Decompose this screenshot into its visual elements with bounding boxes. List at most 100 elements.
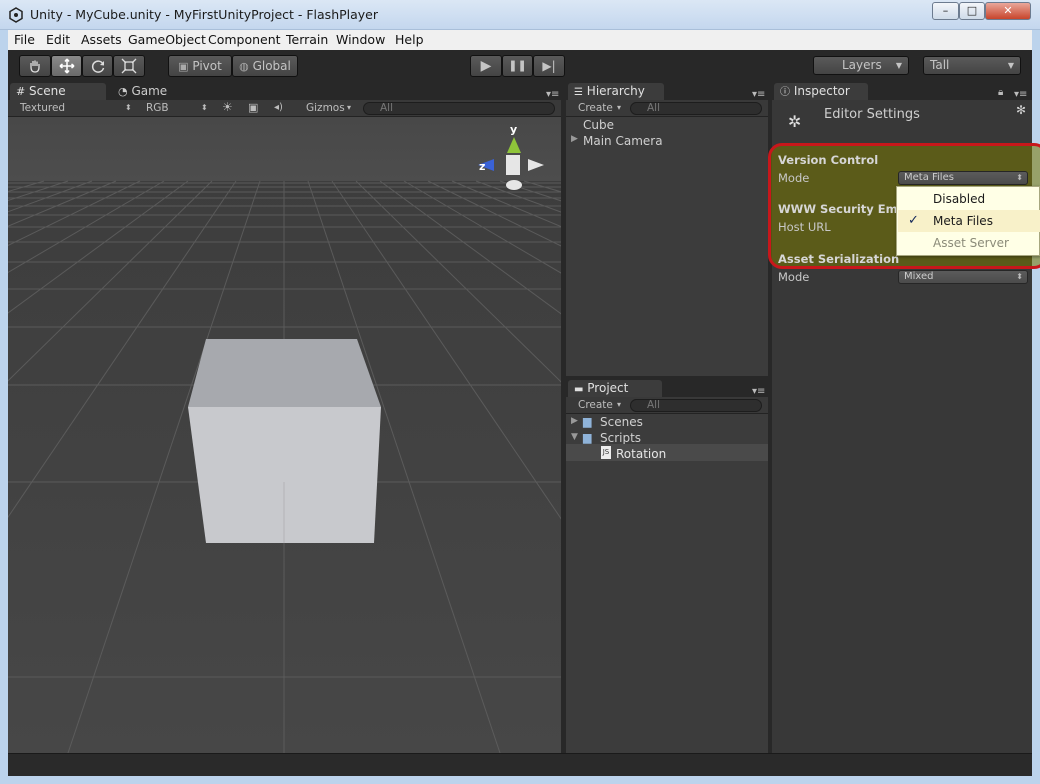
version-control-mode-value: Meta Files — [904, 172, 954, 183]
hierarchy-search-placeholder: All — [647, 102, 661, 114]
audio-icon[interactable]: ◂) — [274, 102, 283, 113]
hierarchy-item-main-camera[interactable]: Main Camera — [583, 134, 663, 148]
popup-option-meta-files[interactable]: ✓ Meta Files — [898, 210, 1040, 232]
settings-gear-icon: ✲ — [788, 112, 802, 131]
minimize-button[interactable]: – — [932, 2, 959, 20]
folder-icon: ▬ — [574, 384, 584, 395]
script-file-icon: JS — [601, 446, 611, 459]
move-icon — [59, 58, 74, 74]
project-item-scenes[interactable]: Scenes — [600, 415, 643, 429]
dropdown-arrow-icon: ⬍ — [201, 103, 208, 112]
hand-tool-button[interactable] — [19, 55, 51, 77]
expand-arrow-icon[interactable]: ▶ — [571, 416, 578, 426]
pivot-toggle[interactable]: ▣ Pivot — [168, 55, 232, 77]
project-search-input[interactable]: All — [630, 399, 762, 412]
window-titlebar[interactable]: Unity - MyCube.unity - MyFirstUnityProje… — [0, 0, 1040, 30]
www-security-heading: WWW Security Em — [778, 202, 898, 216]
layout-dropdown[interactable]: Tall ▼ — [923, 56, 1021, 75]
dropdown-arrow-icon: ▼ — [895, 61, 902, 70]
panel-menu-icon[interactable]: ▾≡ — [752, 89, 765, 100]
inspector-heading: Editor Settings — [824, 107, 920, 122]
menu-file[interactable]: File — [14, 32, 35, 47]
menu-component[interactable]: Component — [208, 32, 281, 47]
hierarchy-panel: Create ▾ All Cube ▶ Main Camera — [566, 100, 768, 376]
pivot-icon: ▣ — [178, 60, 189, 73]
window-controls: – □ ✕ — [932, 2, 1033, 21]
tab-game-label: Game — [131, 84, 168, 98]
transform-tools — [19, 55, 145, 77]
gear-icon[interactable]: ✻ — [1016, 103, 1026, 117]
list-icon: ☰ — [574, 87, 583, 98]
layers-dropdown[interactable]: Layers ▼ — [813, 56, 909, 75]
scene-controlbar: Textured ⬍ RGB ⬍ ☀ ▣ ◂) Gizmos ▾ All — [8, 100, 561, 117]
panel-menu-icon[interactable]: ▾≡ — [752, 386, 765, 397]
hierarchy-item-cube[interactable]: Cube — [583, 118, 614, 132]
step-button[interactable]: ▶| — [533, 55, 565, 77]
globe-icon: ◍ — [239, 60, 249, 73]
project-panel: Create ▾ All ▶ ▆ Scenes ▼ ▆ Scripts JS R… — [566, 397, 768, 753]
maximize-button[interactable]: □ — [959, 2, 985, 20]
global-toggle[interactable]: ◍ Global — [232, 55, 298, 77]
rgb-dropdown[interactable]: RGB — [146, 102, 169, 114]
project-tabbar: ▬ Project ▾≡ — [566, 380, 768, 398]
tab-hierarchy[interactable]: ☰ Hierarchy — [568, 83, 664, 101]
menu-terrain[interactable]: Terrain — [286, 32, 328, 47]
layers-label: Layers — [842, 58, 882, 72]
host-url-label: Host URL — [778, 220, 831, 234]
menu-bar: File Edit Assets GameObject Component Te… — [8, 30, 1032, 50]
project-item-rotation[interactable]: Rotation — [616, 447, 666, 461]
menu-gameobject[interactable]: GameObject — [128, 32, 206, 47]
move-tool-button[interactable] — [51, 55, 82, 77]
menu-assets[interactable]: Assets — [81, 32, 122, 47]
hierarchy-toolbar: Create ▾ All — [566, 100, 768, 117]
pause-button[interactable]: ❚❚ — [502, 55, 533, 77]
lock-icon[interactable]: 🔒︎ — [998, 87, 1003, 98]
layout-label: Tall — [930, 58, 950, 72]
status-bar — [8, 753, 1032, 776]
asset-serialization-mode-dropdown[interactable]: Mixed ⬍ — [898, 270, 1028, 284]
checkmark-icon: ✓ — [908, 213, 919, 228]
inspector-tabbar: ⓘ Inspector 🔒︎ ▾≡ — [772, 83, 1032, 101]
scene-viewport[interactable]: y z — [8, 117, 561, 753]
tab-game[interactable]: ◔ Game — [112, 83, 182, 101]
gizmos-dropdown[interactable]: Gizmos — [306, 102, 345, 114]
play-button[interactable]: ▶ — [470, 55, 502, 77]
game-controller-icon: ◔ — [118, 85, 128, 98]
collapse-arrow-icon[interactable]: ▼ — [571, 432, 578, 442]
version-control-popup-menu: Disabled ✓ Meta Files Asset Server — [896, 186, 1040, 256]
popup-option-asset-server: Asset Server — [933, 236, 1009, 250]
menu-edit[interactable]: Edit — [46, 32, 70, 47]
tab-scene[interactable]: # Scene — [10, 83, 106, 101]
grid-icon: # — [16, 85, 26, 98]
gizmo-z-label: z — [479, 160, 485, 173]
project-row-selected — [566, 444, 768, 461]
scene-fx-icon[interactable]: ▣ — [248, 101, 258, 114]
project-item-scripts[interactable]: Scripts — [600, 431, 641, 445]
panel-menu-icon[interactable]: ▾≡ — [546, 89, 559, 100]
tab-inspector[interactable]: ⓘ Inspector — [774, 83, 868, 101]
hierarchy-create-button[interactable]: Create — [578, 102, 613, 114]
menu-help[interactable]: Help — [395, 32, 424, 47]
scale-icon — [121, 58, 137, 74]
folder-icon: ▆ — [583, 431, 592, 444]
global-label: Global — [252, 59, 291, 73]
rotate-tool-button[interactable] — [82, 55, 113, 77]
scene-render: y z — [8, 117, 561, 753]
version-control-mode-dropdown[interactable]: Meta Files ⬍ — [898, 171, 1028, 185]
popup-option-disabled[interactable]: Disabled — [898, 188, 1040, 210]
expand-arrow-icon[interactable]: ▶ — [571, 134, 578, 144]
dropdown-arrow-icon: ⬍ — [1016, 173, 1023, 182]
panel-menu-icon[interactable]: ▾≡ — [1014, 89, 1027, 100]
tab-project[interactable]: ▬ Project — [568, 380, 662, 398]
scene-tabbar: # Scene ◔ Game ▾≡ — [8, 83, 561, 101]
hierarchy-search-input[interactable]: All — [630, 102, 762, 115]
render-mode-dropdown[interactable]: Textured — [20, 102, 65, 114]
scene-search-input[interactable]: All — [363, 102, 555, 115]
rotate-icon — [91, 60, 104, 73]
menu-window[interactable]: Window — [336, 32, 385, 47]
project-create-button[interactable]: Create — [578, 399, 613, 411]
pivot-label: Pivot — [192, 59, 222, 73]
scene-lighting-icon[interactable]: ☀ — [222, 100, 233, 114]
scale-tool-button[interactable] — [113, 55, 145, 77]
close-button[interactable]: ✕ — [985, 2, 1031, 20]
